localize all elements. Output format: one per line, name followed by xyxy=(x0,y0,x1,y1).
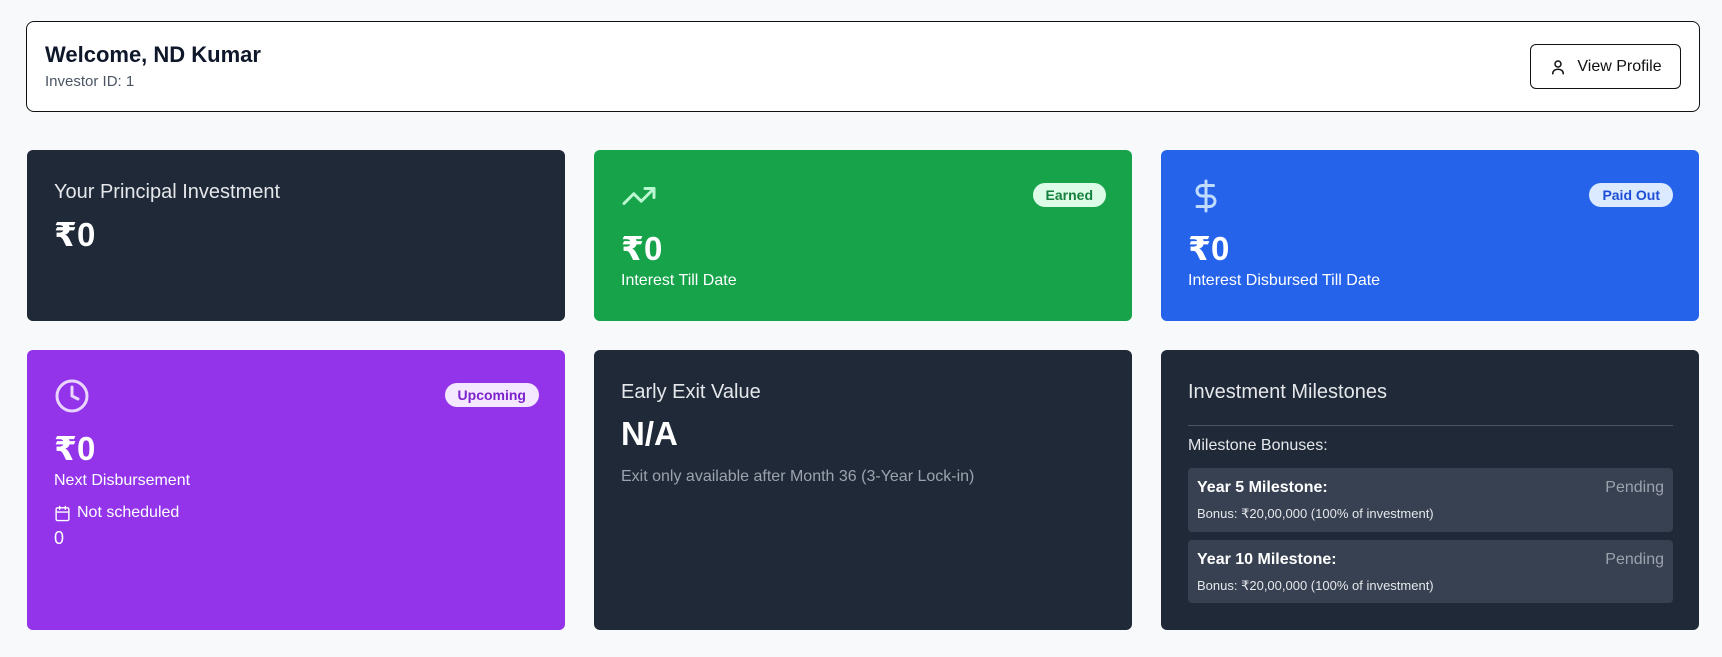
early-exit-card: Early Exit Value N/A Exit only available… xyxy=(594,350,1132,630)
view-profile-label: View Profile xyxy=(1577,57,1662,75)
milestones-divider xyxy=(1188,425,1673,426)
welcome-title: Welcome, ND Kumar xyxy=(45,42,261,67)
milestone-status: Pending xyxy=(1605,551,1664,568)
milestones-title: Investment Milestones xyxy=(1188,381,1387,403)
milestones-card: Investment Milestones Milestone Bonuses:… xyxy=(1161,350,1699,630)
next-disbursement-label: Next Disbursement xyxy=(54,472,191,489)
early-exit-title: Early Exit Value xyxy=(621,381,761,403)
schedule-count: 0 xyxy=(54,528,65,548)
schedule-text: Not scheduled xyxy=(77,504,180,521)
disbursed-value: ₹0 xyxy=(1188,230,1230,267)
paid-out-badge: Paid Out xyxy=(1589,183,1673,207)
interest-value: ₹0 xyxy=(621,230,663,267)
earned-badge: Earned xyxy=(1032,183,1106,207)
early-exit-note: Exit only available after Month 36 (3-Ye… xyxy=(621,468,975,485)
milestone-title: Year 10 Milestone: xyxy=(1197,551,1337,568)
disbursed-card: Paid Out ₹0 Interest Disbursed Till Date xyxy=(1161,150,1699,321)
user-icon xyxy=(1552,59,1565,74)
next-disbursement-card: Upcoming ₹0 Next Disbursement Not schedu… xyxy=(27,350,565,630)
milestone-bonuses-heading: Milestone Bonuses: xyxy=(1188,437,1328,454)
trending-up-icon xyxy=(622,187,656,205)
welcome-header: Welcome, ND Kumar Investor ID: 1 View Pr… xyxy=(26,21,1700,112)
principal-value: ₹0 xyxy=(54,216,96,253)
next-disbursement-value: ₹0 xyxy=(54,430,96,467)
milestone-title: Year 5 Milestone: xyxy=(1197,479,1328,496)
upcoming-badge: Upcoming xyxy=(444,383,539,407)
principal-investment-card: Your Principal Investment ₹0 xyxy=(27,150,565,321)
interest-label: Interest Till Date xyxy=(621,272,737,289)
milestone-bonus: Bonus: ₹20,00,000 (100% of investment) xyxy=(1197,506,1434,521)
clock-icon xyxy=(55,379,89,413)
milestone-bonus: Bonus: ₹20,00,000 (100% of investment) xyxy=(1197,578,1434,593)
milestone-status: Pending xyxy=(1605,479,1664,496)
disbursed-label: Interest Disbursed Till Date xyxy=(1188,272,1381,289)
milestone-item: Year 5 Milestone: Pending Bonus: ₹20,00,… xyxy=(1188,468,1673,532)
principal-title: Your Principal Investment xyxy=(54,181,281,203)
view-profile-button[interactable]: View Profile xyxy=(1530,44,1681,89)
milestone-item: Year 10 Milestone: Pending Bonus: ₹20,00… xyxy=(1188,540,1673,603)
schedule-row: Not scheduled xyxy=(54,504,179,522)
dollar-icon xyxy=(1195,179,1217,213)
interest-card: Earned ₹0 Interest Till Date xyxy=(594,150,1132,321)
early-exit-value: N/A xyxy=(621,415,678,452)
calendar-icon xyxy=(55,505,70,521)
investor-id: Investor ID: 1 xyxy=(45,73,135,90)
